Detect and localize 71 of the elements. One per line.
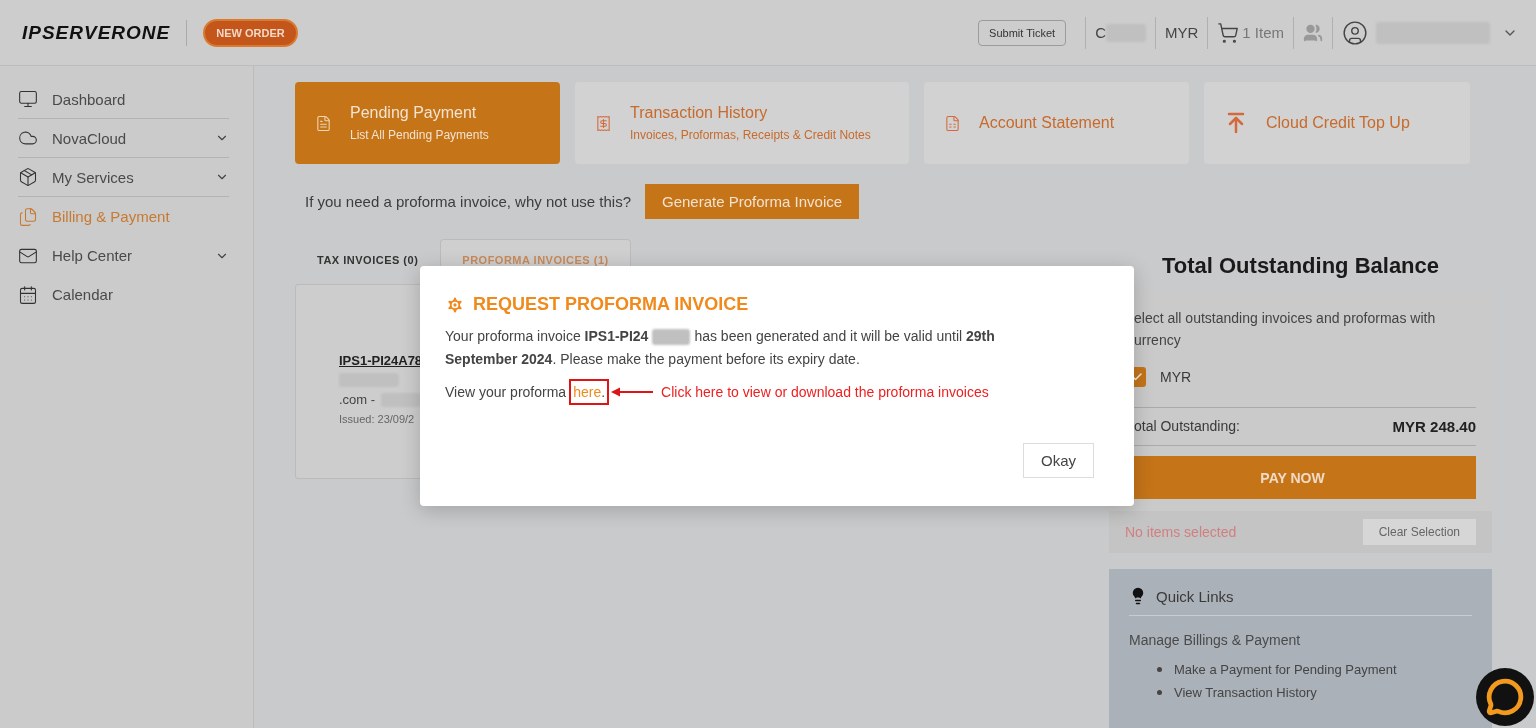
period-text: . bbox=[601, 384, 606, 400]
balance-title: Total Outstanding Balance bbox=[1160, 253, 1441, 279]
blurred-text bbox=[381, 392, 422, 407]
sidebar-label: Calendar bbox=[52, 286, 114, 303]
selection-status: No items selected bbox=[1125, 524, 1237, 540]
quick-link[interactable]: Make a Payment for Pending Payment bbox=[1174, 662, 1397, 677]
sidebar-label: Help Center bbox=[52, 247, 134, 264]
box-icon bbox=[18, 167, 38, 187]
new-order-button[interactable]: NEW ORDER bbox=[203, 18, 298, 47]
card-subtitle: Invoices, Proformas, Receipts & Credit Notes bbox=[630, 128, 871, 142]
calendar-icon bbox=[18, 284, 38, 305]
account-name: C bbox=[1095, 24, 1106, 41]
documents-icon bbox=[18, 206, 38, 227]
card-title: Transaction History bbox=[630, 104, 769, 122]
tab[interactable]: TAX INVOICES (0) bbox=[295, 239, 441, 284]
sidebar-label: Billing & Payment bbox=[52, 208, 171, 225]
total-value: MYR 248.40 bbox=[1392, 418, 1476, 435]
callout-arrow bbox=[611, 387, 655, 397]
document-icon bbox=[595, 114, 612, 132]
blurred-text bbox=[652, 328, 691, 345]
document-icon bbox=[315, 114, 332, 132]
balance-description: urrency bbox=[1134, 331, 1182, 350]
dialog-message: has been generated and it will be valid until 29th bbox=[694, 327, 995, 346]
sidebar-item[interactable]: Dashboard bbox=[18, 80, 229, 119]
invoice-domain: .com - bbox=[339, 392, 376, 407]
quick-link[interactable]: View Transaction History bbox=[1174, 685, 1317, 700]
callout-text: Click here to view or download the proforma invoices bbox=[661, 384, 989, 400]
total-label: otal Outstanding: bbox=[1134, 418, 1240, 435]
sidebar-item[interactable]: Calendar bbox=[18, 275, 229, 314]
dialog-title: REQUEST PROFORMA INVOICE bbox=[473, 294, 749, 315]
here-link[interactable]: here bbox=[573, 384, 602, 400]
sidebar-label: My Services bbox=[52, 168, 135, 186]
logo[interactable]: IPSERVERONE bbox=[22, 19, 188, 46]
card-title: Cloud Credit Top Up bbox=[1266, 114, 1410, 132]
balance-description: elect all outstanding invoices and proformas with bbox=[1134, 309, 1437, 328]
chat-button[interactable] bbox=[1476, 668, 1534, 726]
card-subtitle: List All Pending Payments bbox=[350, 128, 489, 142]
currency-selector[interactable]: MYR bbox=[1164, 24, 1199, 41]
check-icon bbox=[1131, 371, 1143, 383]
generate-proforma-button[interactable]: Generate Proforma Invoice bbox=[645, 184, 860, 219]
sidebar-label: NovaCloud bbox=[52, 129, 128, 147]
bullet-icon bbox=[1157, 667, 1162, 672]
sidebar-item[interactable]: Help Center bbox=[18, 236, 229, 275]
dialog-message: September 2024. Please make the payment before its expiry date. bbox=[445, 350, 860, 369]
sidebar-item[interactable]: My Services bbox=[18, 158, 229, 197]
cart-count[interactable]: 1 Item bbox=[1242, 24, 1284, 41]
clear-selection-button[interactable]: Clear Selection bbox=[1362, 519, 1476, 545]
quick-links-subtitle: Manage Billings & Payment bbox=[1129, 632, 1302, 648]
invoice-number[interactable]: IPS1-PI24A78 bbox=[339, 353, 423, 368]
submit-ticket-button[interactable]: Submit Ticket bbox=[978, 19, 1067, 46]
card-title: Pending Payment bbox=[350, 104, 478, 122]
okay-button[interactable]: Okay bbox=[1023, 443, 1094, 478]
user-avatar-icon[interactable] bbox=[1342, 19, 1368, 46]
dialog-message: Your proforma invoice IPS1-PI24 bbox=[445, 327, 649, 346]
cart-icon[interactable] bbox=[1217, 21, 1240, 44]
sidebar-label: Dashboard bbox=[52, 90, 127, 108]
card-title: Account Statement bbox=[979, 114, 1115, 132]
nav-card[interactable]: Cloud Credit Top Up bbox=[1204, 82, 1470, 164]
gear-icon bbox=[445, 294, 465, 315]
monitor-icon bbox=[18, 89, 38, 109]
nav-card[interactable]: Pending Payment List All Pending Payments bbox=[295, 82, 560, 164]
view-text: View your proforma bbox=[445, 384, 567, 400]
currency-label: MYR bbox=[1160, 369, 1192, 385]
sidebar-item[interactable]: NovaCloud bbox=[18, 119, 229, 158]
document-icon bbox=[944, 114, 961, 132]
nav-card[interactable]: Account Statement bbox=[924, 82, 1189, 164]
issued-date: Issued: 23/09/2 bbox=[339, 413, 415, 425]
nav-card[interactable]: Transaction History Invoices, Proformas, Receipts & Credit Notes bbox=[575, 82, 909, 164]
quick-links-title: Quick Links bbox=[1156, 587, 1234, 605]
bullet-icon bbox=[1157, 690, 1162, 695]
prompt-text: If you need a proforma invoice, why not use this? bbox=[305, 193, 631, 210]
